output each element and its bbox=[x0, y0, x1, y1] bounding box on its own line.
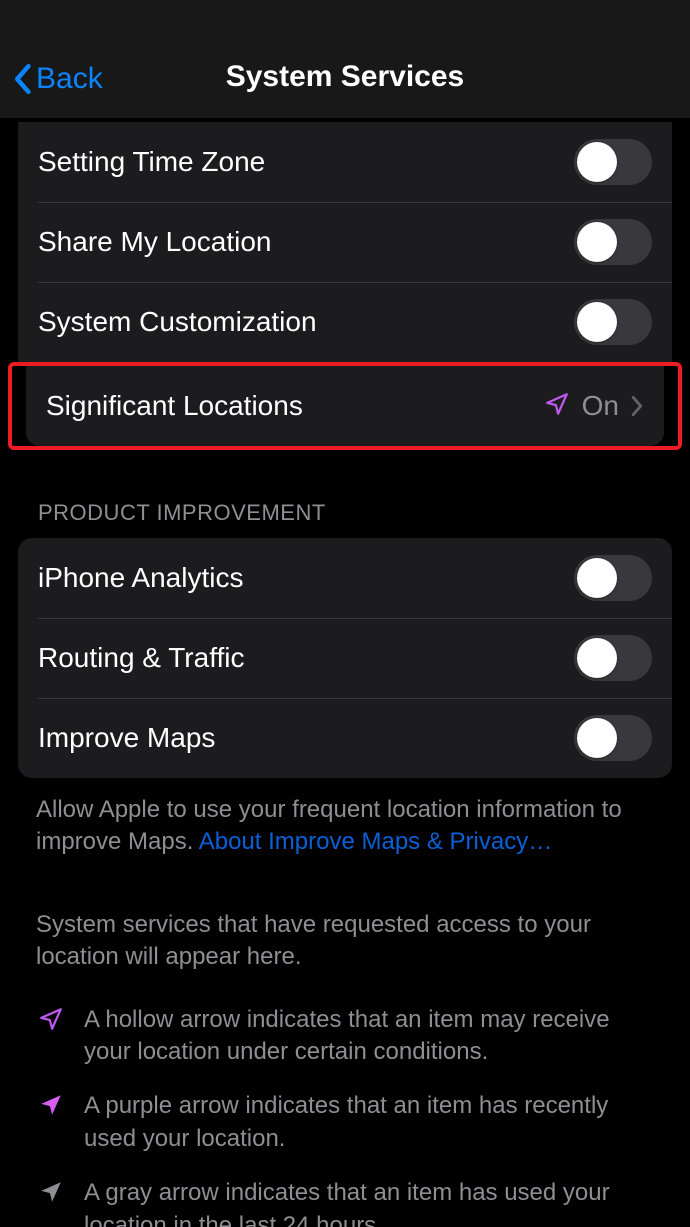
row-share-my-location: Share My Location bbox=[18, 202, 672, 282]
legend-text: A gray arrow indicates that an item has … bbox=[84, 1177, 654, 1227]
footer-text-improve-maps: Allow Apple to use your frequent locatio… bbox=[0, 778, 690, 859]
location-arrow-hollow-icon bbox=[544, 391, 570, 422]
row-improve-maps: Improve Maps bbox=[18, 698, 672, 778]
page-title: System Services bbox=[0, 60, 690, 94]
chevron-left-icon bbox=[12, 63, 32, 95]
row-label: Share My Location bbox=[38, 226, 271, 258]
legend-row-gray: A gray arrow indicates that an item has … bbox=[36, 1177, 654, 1227]
row-system-customization: System Customization bbox=[18, 282, 672, 362]
location-arrow-purple-icon bbox=[36, 1092, 66, 1118]
toggle-iphone-analytics[interactable] bbox=[574, 555, 652, 601]
back-label: Back bbox=[36, 62, 103, 96]
info-intro: System services that have requested acce… bbox=[36, 909, 654, 974]
row-label: Setting Time Zone bbox=[38, 146, 265, 178]
row-label: iPhone Analytics bbox=[38, 562, 243, 594]
section-header-product-improvement: PRODUCT IMPROVEMENT bbox=[0, 450, 690, 538]
toggle-improve-maps[interactable] bbox=[574, 715, 652, 761]
highlight-box: Significant Locations On bbox=[8, 362, 682, 450]
legend-row-hollow: A hollow arrow indicates that an item ma… bbox=[36, 1004, 654, 1069]
location-arrow-gray-icon bbox=[36, 1179, 66, 1205]
row-setting-time-zone: Setting Time Zone bbox=[18, 122, 672, 202]
link-about-improve-maps-privacy[interactable]: About Improve Maps & Privacy… bbox=[199, 828, 552, 855]
row-label: System Customization bbox=[38, 306, 317, 338]
row-iphone-analytics: iPhone Analytics bbox=[18, 538, 672, 618]
toggle-share-my-location[interactable] bbox=[574, 219, 652, 265]
toggle-setting-time-zone[interactable] bbox=[574, 139, 652, 185]
legend-text: A hollow arrow indicates that an item ma… bbox=[84, 1004, 654, 1069]
toggle-routing-traffic[interactable] bbox=[574, 635, 652, 681]
row-label: Significant Locations bbox=[46, 390, 303, 422]
chevron-right-icon bbox=[631, 395, 644, 417]
row-value: On bbox=[582, 390, 619, 422]
row-label: Routing & Traffic bbox=[38, 642, 244, 674]
legend-text: A purple arrow indicates that an item ha… bbox=[84, 1090, 654, 1155]
navigation-bar: Back System Services bbox=[0, 0, 690, 118]
row-routing-traffic: Routing & Traffic bbox=[18, 618, 672, 698]
back-button[interactable]: Back bbox=[12, 62, 103, 96]
row-significant-locations[interactable]: Significant Locations On bbox=[26, 366, 664, 446]
info-block: System services that have requested acce… bbox=[0, 859, 690, 1227]
settings-group-product-improvement: iPhone Analytics Routing & Traffic Impro… bbox=[18, 538, 672, 778]
row-label: Improve Maps bbox=[38, 722, 215, 754]
location-arrow-hollow-icon bbox=[36, 1006, 66, 1032]
settings-group-1: Setting Time Zone Share My Location Syst… bbox=[18, 122, 672, 362]
legend-row-purple: A purple arrow indicates that an item ha… bbox=[36, 1090, 654, 1155]
toggle-system-customization[interactable] bbox=[574, 299, 652, 345]
